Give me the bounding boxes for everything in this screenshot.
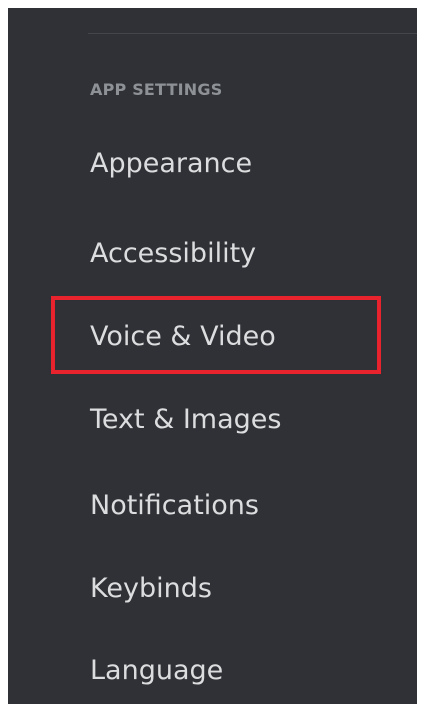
sidebar-item-keybinds[interactable]: Keybinds bbox=[90, 575, 212, 602]
sidebar-item-notifications[interactable]: Notifications bbox=[90, 492, 259, 519]
sidebar-item-accessibility[interactable]: Accessibility bbox=[90, 240, 256, 267]
sidebar-item-label: Voice & Video bbox=[90, 321, 276, 352]
section-header-app-settings: APP SETTINGS bbox=[90, 80, 223, 99]
settings-sidebar: APP SETTINGS Appearance Accessibility Vo… bbox=[8, 8, 417, 704]
sidebar-item-label: Notifications bbox=[90, 490, 259, 521]
sidebar-item-label: Accessibility bbox=[90, 238, 257, 269]
sidebar-item-appearance[interactable]: Appearance bbox=[90, 150, 252, 177]
divider bbox=[88, 33, 417, 34]
sidebar-item-label: Text & Images bbox=[90, 404, 282, 435]
sidebar-item-text-images[interactable]: Text & Images bbox=[90, 406, 281, 433]
sidebar-item-voice-video[interactable]: Voice & Video bbox=[90, 323, 276, 350]
sidebar-item-label: Keybinds bbox=[90, 573, 212, 604]
sidebar-item-label: Language bbox=[90, 655, 224, 686]
sidebar-item-label: Appearance bbox=[90, 148, 253, 179]
sidebar-item-language[interactable]: Language bbox=[90, 657, 223, 684]
